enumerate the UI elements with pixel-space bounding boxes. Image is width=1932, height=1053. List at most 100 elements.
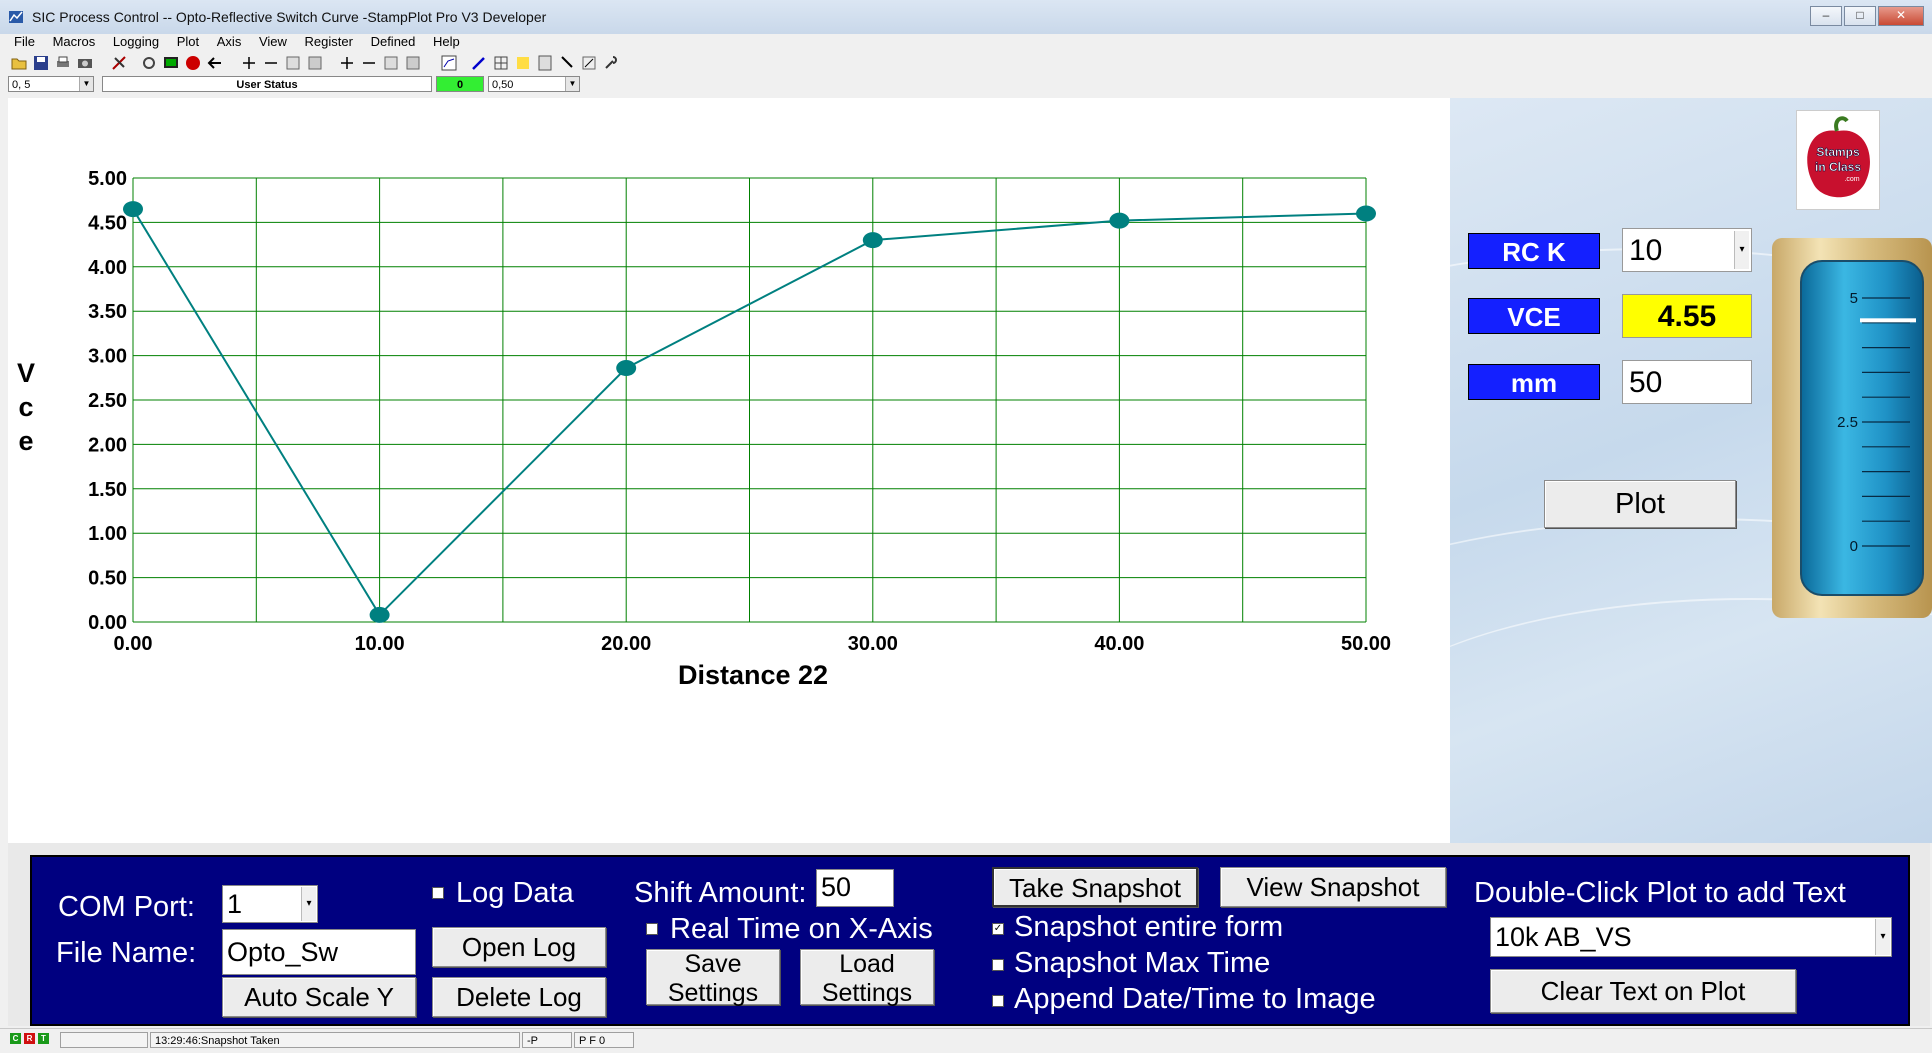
print-icon[interactable] [54,54,72,72]
file-name-label: File Name: [56,937,197,969]
transmit-led: T [38,1033,49,1044]
pen-icon[interactable] [470,54,488,72]
tool-icon[interactable] [602,54,620,72]
menu-register[interactable]: Register [305,34,353,50]
com-port-label: COM Port: [58,891,195,923]
user-status-field: User Status [102,76,432,92]
fit-x-icon[interactable] [404,54,422,72]
zoom-in-y-icon[interactable] [240,54,258,72]
y-axis-label-char: e [18,426,33,456]
control-panel: Stamps in Class .com RC K 10 ▾ VCE 4.55 … [1450,98,1932,843]
app-icon [8,9,24,25]
data-point [123,201,143,218]
minimize-button[interactable]: – [1810,6,1842,26]
note-icon[interactable] [514,54,532,72]
data-point [1356,205,1376,222]
open-icon[interactable] [10,54,28,72]
menu-defined[interactable]: Defined [371,34,416,50]
record-icon[interactable] [184,54,202,72]
snapshot-max-time-checkbox[interactable] [992,959,1004,971]
status-indicator: 0 [436,76,484,92]
scale-x-icon[interactable] [382,54,400,72]
menu-help[interactable]: Help [433,34,460,50]
append-date-checkbox[interactable] [992,995,1004,1007]
log-data-label: Log Data [456,877,574,909]
clear-text-button[interactable]: Clear Text on Plot [1490,969,1796,1013]
scale-y-icon[interactable] [284,54,302,72]
rck-select[interactable]: 10 ▾ [1622,228,1752,272]
maximize-button[interactable]: □ [1844,6,1876,26]
logo-text-3: .com [1844,176,1859,183]
y-axis-label-char: c [18,392,33,422]
meter-label: 0 [1850,538,1858,555]
real-time-checkbox[interactable] [646,923,658,935]
view-snapshot-button[interactable]: View Snapshot [1220,867,1446,907]
menu-plot[interactable]: Plot [177,34,199,50]
chevron-down-icon: ▼ [79,77,93,91]
plot-area[interactable]: 0.00 0.50 1.00 1.50 2.00 2.50 3.00 3.50 4.00 4.50… [8,98,1450,843]
zoom-in-x-icon[interactable] [338,54,356,72]
y-tick-label: 4.00 [88,257,127,279]
meter-level [1860,318,1916,323]
zoom-out-x-icon[interactable] [360,54,378,72]
rck-label: RC K [1468,233,1600,269]
snapshot-entire-form-checkbox[interactable]: ✓ [992,923,1004,935]
load-settings-button[interactable]: Load Settings [800,949,934,1007]
fit-y-icon[interactable] [306,54,324,72]
com-port-select[interactable]: 1 ▾ [222,885,318,923]
file-name-input[interactable]: Opto_Sw [222,929,416,975]
toolbar [0,52,1932,76]
take-snapshot-button[interactable]: Take Snapshot [992,867,1198,907]
mm-label: mm [1468,364,1600,400]
value-combo[interactable]: 0,50 ▼ [488,76,580,92]
y-tick-label: 0.00 [88,612,127,634]
menu-view[interactable]: View [259,34,287,50]
camera-icon[interactable] [76,54,94,72]
delete-log-button[interactable]: Delete Log [432,977,606,1017]
close-button[interactable]: ✕ [1878,6,1924,26]
grid-icon[interactable] [492,54,510,72]
draw-icon[interactable] [580,54,598,72]
y-tick-label: 2.50 [88,390,127,412]
arrow-left-icon[interactable] [206,54,224,72]
pointer-icon[interactable] [558,54,576,72]
status-message: 13:29:46:Snapshot Taken [150,1032,520,1048]
line-chart[interactable]: 0.00 0.50 1.00 1.50 2.00 2.50 3.00 3.50 4.00 4.50… [8,98,1450,843]
plot-text-select[interactable]: 10k AB_VS ▾ [1490,917,1892,957]
menu-file[interactable]: File [14,34,35,50]
chart-icon[interactable] [440,54,458,72]
plot-button[interactable]: Plot [1544,480,1736,528]
log-data-checkbox[interactable] [432,887,444,899]
menu-bar: File Macros Logging Plot Axis View Regis… [0,34,1932,50]
connect-icon[interactable] [110,54,128,72]
y-axis-label-char: V [17,358,35,388]
open-log-button[interactable]: Open Log [432,927,606,967]
monitor-icon[interactable] [162,54,180,72]
menu-axis[interactable]: Axis [217,34,242,50]
data-point [616,360,637,377]
y-tick-label: 1.50 [88,479,127,501]
snapshot-entire-form-label: Snapshot entire form [1014,911,1284,943]
auto-scale-button[interactable]: Auto Scale Y [222,977,416,1017]
menu-macros[interactable]: Macros [53,34,96,50]
data-point [862,232,883,249]
channel-combo[interactable]: 0, 5 ▼ [8,76,94,92]
status-bar: C R T 13:29:46:Snapshot Taken -P P F 0 [0,1028,1932,1053]
x-tick-label: 30.00 [848,633,898,655]
bottom-panel: COM Port: 1 ▾ File Name: Opto_Sw Auto Sc… [8,843,1930,1026]
double-click-hint: Double-Click Plot to add Text [1474,877,1846,909]
save-settings-button[interactable]: Save Settings [646,949,780,1007]
logo-text-2: in Class [1815,160,1861,174]
y-tick-label: 2.00 [88,434,127,456]
zoom-out-y-icon[interactable] [262,54,280,72]
calc-icon[interactable] [536,54,554,72]
y-tick-label: 1.00 [88,523,127,545]
mm-input[interactable]: 50 [1622,360,1752,404]
window-title: SIC Process Control -- Opto-Reflective S… [32,9,547,25]
shift-amount-input[interactable]: 50 [816,869,894,907]
save-icon[interactable] [32,54,50,72]
menu-logging[interactable]: Logging [113,34,159,50]
stamps-in-class-logo: Stamps in Class .com [1796,110,1880,210]
settings-icon[interactable] [140,54,158,72]
bottom-controls: COM Port: 1 ▾ File Name: Opto_Sw Auto Sc… [30,855,1910,1026]
